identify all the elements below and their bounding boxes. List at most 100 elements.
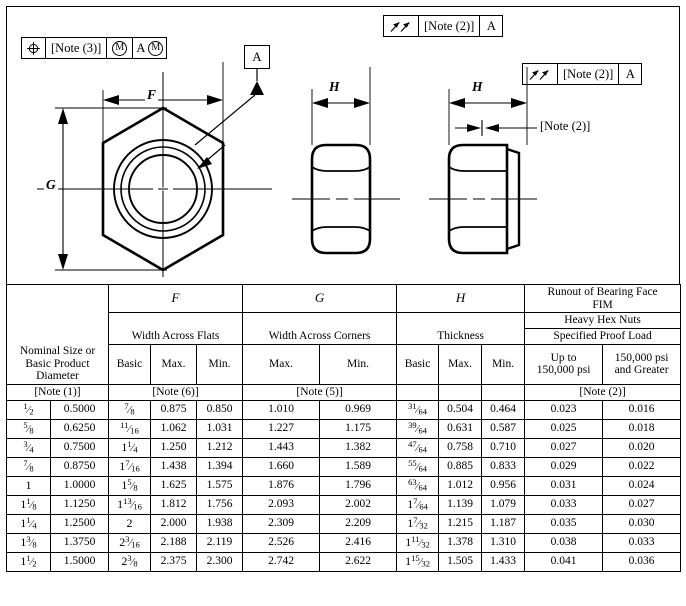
thickness-header: Thickness [396,328,526,345]
cell-runout-150ksi-and-greater: 0.027 [602,494,682,515]
cell-f-max: 1.812 [150,494,197,515]
cell-runout-up-to-150ksi: 0.033 [524,494,604,515]
g-spacer-cell [242,312,398,329]
mmc-circle-icon: M [112,40,128,56]
cell-h-max: 0.885 [438,456,483,477]
cell-f-min: 1.031 [195,418,244,439]
cell-h-max: 1.505 [438,551,483,572]
cell-h-basic: 31⁄64 [396,399,440,420]
note-ref-runout: [Note (2)] [524,383,682,401]
cell-f-max: 2.000 [150,513,197,534]
nominal-line3: Diameter [36,370,79,383]
cell-runout-up-to-150ksi: 0.031 [524,475,604,496]
table-row: 1 1.0000 15⁄8 1.625 1.575 1.876 1.796 63⁄64 1.01… [6,475,682,496]
cell-f-max: 2.375 [150,551,197,572]
cell-f-max: 1.250 [150,437,197,458]
cell-runout-150ksi-and-greater: 0.022 [602,456,682,477]
note-ref-h-min [481,383,526,401]
table-row: 3⁄4 0.7500 11⁄4 1.250 1.212 1.443 1.382 47⁄64 0.… [6,437,682,458]
cell-h-max: 1.378 [438,532,483,553]
cell-nominal-size: 11⁄2 [6,551,51,572]
cell-g-max: 2.309 [242,513,321,534]
cell-h-basic: 111⁄32 [396,532,440,553]
cell-g-max: 1.876 [242,475,321,496]
hex-nut-side-view-middle [292,67,400,255]
runout-datum-right: A [625,66,635,81]
cell-h-max: 0.758 [438,437,483,458]
col-header-f-basic: Basic [108,343,151,385]
cell-h-min: 0.710 [481,437,526,458]
dimension-g-label: G [44,177,58,193]
group-header-f: F [107,283,244,314]
cell-h-min: 0.833 [481,456,526,477]
cell-f-min: 2.300 [195,551,244,572]
note-ref-h-max [438,383,483,401]
cell-g-min: 2.622 [319,551,398,572]
cell-runout-150ksi-and-greater: 0.020 [602,437,682,458]
cell-g-min: 0.969 [319,399,398,420]
note-ref-h-basic [396,383,440,401]
cell-basic-diameter: 1.5000 [50,551,109,572]
note-ref-g: [Note (5)] [242,383,398,401]
cell-f-max: 0.875 [150,399,197,420]
cell-runout-150ksi-and-greater: 0.033 [602,532,682,553]
cell-f-min: 2.119 [195,532,244,553]
position-datum-reference: A M [133,38,166,58]
cell-nominal-size: 3⁄4 [6,437,51,458]
nominal-line1: Nominal Size or [19,345,96,358]
cell-f-max: 1.438 [150,456,197,477]
cell-f-basic: 2 [108,513,151,534]
cell-f-basic: 7⁄8 [108,399,151,420]
cell-g-max: 1.443 [242,437,321,458]
mmc-modifier-1: M [107,38,134,58]
proof-high-line1: 150,000 psi [614,351,669,364]
width-across-corners-header: Width Across Corners [242,328,398,345]
cell-f-min: 1.575 [195,475,244,496]
cell-runout-up-to-150ksi: 0.038 [524,532,604,553]
cell-nominal-size: 11⁄8 [6,494,51,515]
cell-g-min: 1.175 [319,418,398,439]
cell-runout-150ksi-and-greater: 0.018 [602,418,682,439]
cell-g-max: 2.526 [242,532,321,553]
cell-f-basic: 113⁄16 [108,494,151,515]
cell-g-max: 1.227 [242,418,321,439]
nominal-size-header-spacer [6,284,109,345]
cell-g-min: 2.209 [319,513,398,534]
col-header-h-max: Max. [438,343,483,385]
proof-high-line2: and Greater [614,364,669,377]
cell-runout-up-to-150ksi: 0.041 [524,551,604,572]
cell-f-max: 1.625 [150,475,197,496]
cell-g-max: 1.010 [242,399,321,420]
cell-h-max: 1.139 [438,494,483,515]
cell-basic-diameter: 0.8750 [50,456,109,477]
heavy-hex-nut-dimensions-table: F G H Runout of Bearing Face FIM Heavy H… [6,283,682,572]
cell-g-min: 2.416 [319,532,398,553]
runout-group-header: Runout of Bearing Face FIM [524,283,682,314]
col-header-f-max: Max. [150,343,197,385]
cell-h-basic: 115⁄32 [396,551,440,572]
table-header-row-notes: [Note (1)] [Note (6)] [Note (5)] [Note (… [6,383,682,401]
table-row: 11⁄4 1.2500 2 2.000 1.938 2.309 2.209 17⁄32 1.21… [6,513,682,534]
col-header-h-basic: Basic [396,343,440,385]
table-header-row-subtitles: Width Across Flats Width Across Corners … [7,327,682,345]
group-header-h: H [396,283,526,314]
cell-basic-diameter: 0.7500 [50,437,109,458]
cell-f-basic: 17⁄16 [108,456,151,477]
cell-g-min: 1.796 [319,475,398,496]
cell-g-min: 1.589 [319,456,398,477]
cell-h-max: 0.631 [438,418,483,439]
cell-runout-150ksi-and-greater: 0.024 [602,475,682,496]
cell-h-max: 1.215 [438,513,483,534]
cell-h-basic: 63⁄64 [396,475,440,496]
table-row: 1⁄2 0.5000 7⁄8 0.875 0.850 1.010 0.969 31⁄64 0.5… [6,399,682,420]
table-row: 11⁄8 1.1250 113⁄16 1.812 1.756 2.093 2.002 17⁄6… [6,494,682,515]
cell-f-max: 2.188 [150,532,197,553]
note-ref-f: [Note (6)] [107,383,244,401]
width-across-flats-header: Width Across Flats [107,328,244,345]
cell-h-basic: 17⁄32 [396,513,440,534]
cell-h-max: 0.504 [438,399,483,420]
dimension-h-label-middle: H [327,79,342,95]
cell-h-basic: 39⁄64 [396,418,440,439]
cell-nominal-size: 5⁄8 [6,418,51,439]
col-header-f-min: Min. [195,343,244,385]
